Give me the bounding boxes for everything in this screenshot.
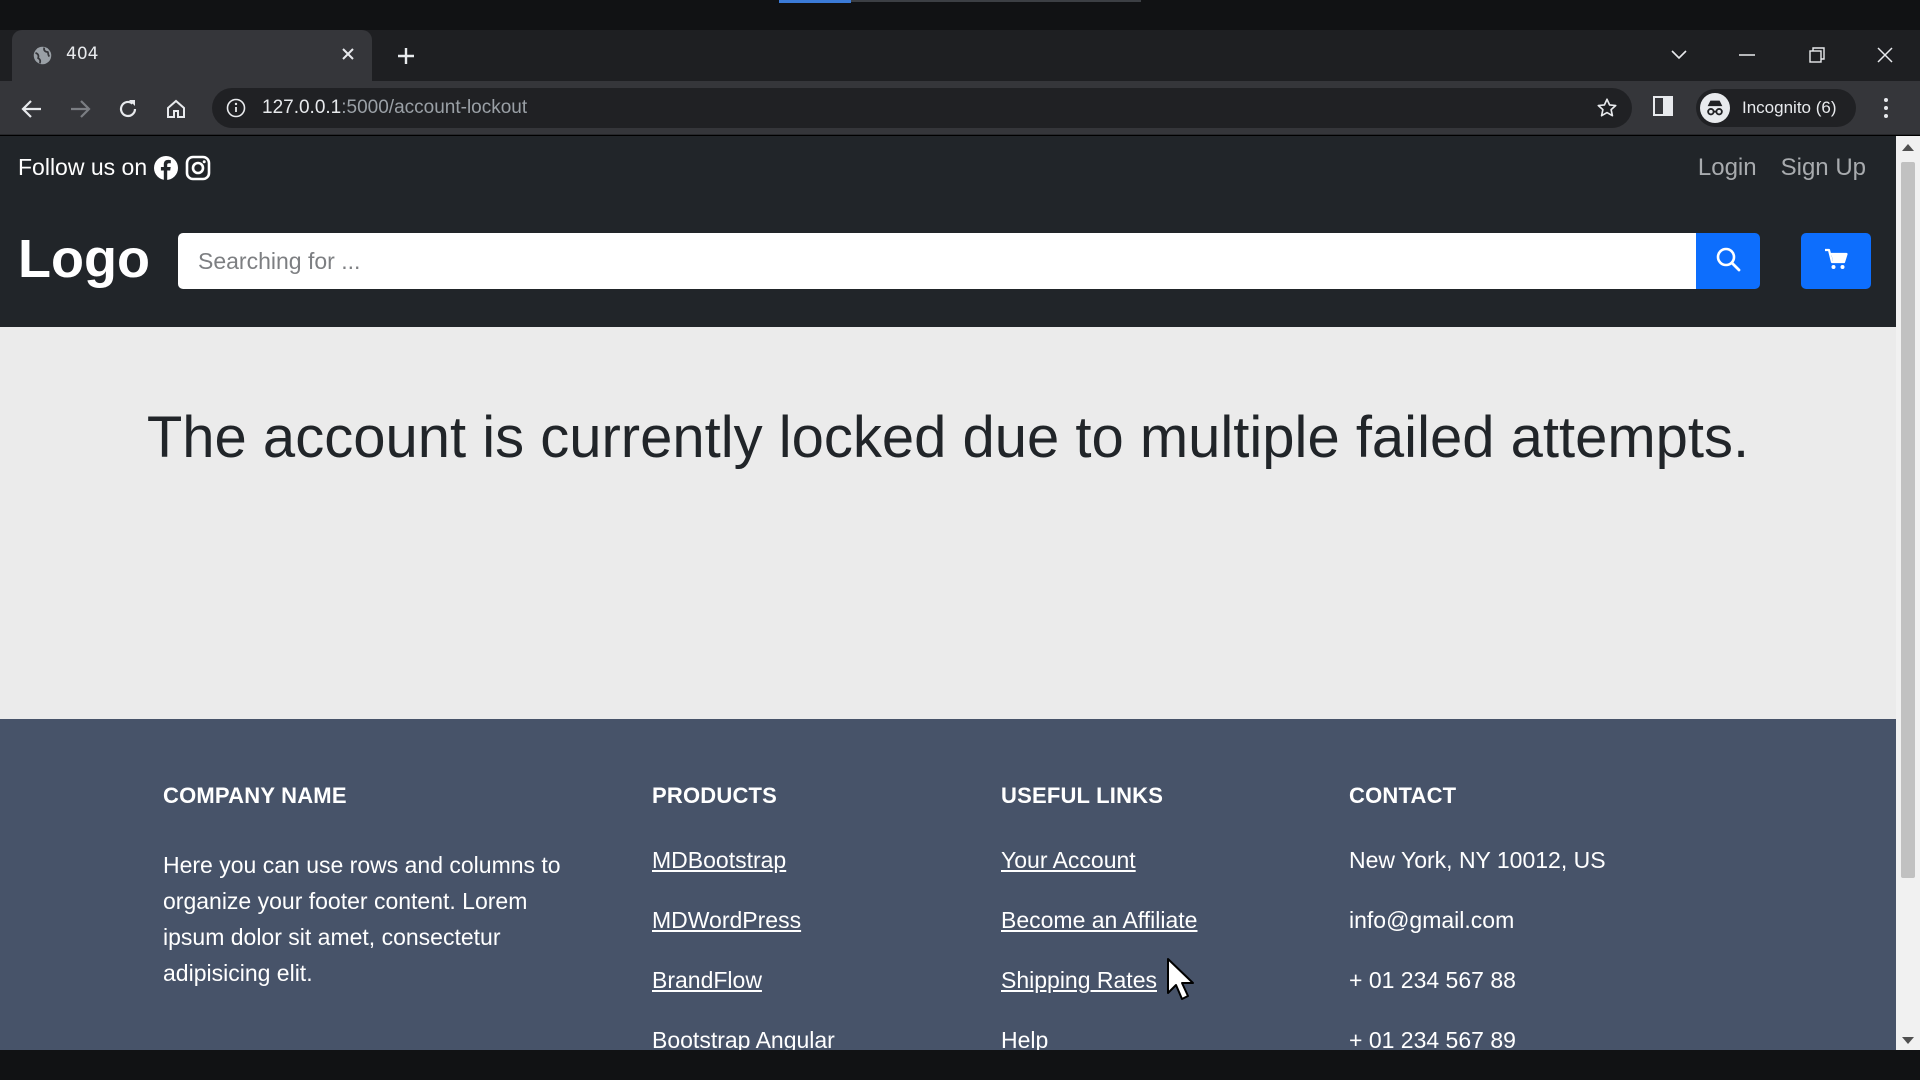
incognito-icon bbox=[1700, 93, 1730, 123]
footer-heading-useful-links: USEFUL LINKS bbox=[1001, 783, 1164, 808]
tab-bar: 404 bbox=[0, 30, 1920, 81]
mouse-cursor-icon bbox=[1166, 957, 1196, 1003]
screen-top-strip bbox=[0, 0, 1920, 30]
contact-phone: + 01 234 567 88 bbox=[1349, 967, 1516, 993]
bookmark-star-icon[interactable] bbox=[1596, 97, 1618, 119]
scroll-down-arrow-icon[interactable] bbox=[1902, 1037, 1914, 1044]
page-scrollbar[interactable] bbox=[1896, 136, 1920, 1050]
scroll-up-arrow-icon[interactable] bbox=[1902, 144, 1914, 151]
cart-button[interactable] bbox=[1801, 233, 1871, 289]
footer-heading-company: COMPANY NAME bbox=[163, 783, 347, 808]
url-path: :5000/account-lockout bbox=[341, 97, 528, 118]
address-bar[interactable]: 127.0.0.1:5000/account-lockout bbox=[212, 88, 1632, 128]
site-logo[interactable]: Logo bbox=[18, 228, 150, 290]
search-input[interactable] bbox=[178, 233, 1696, 289]
footer-link-shipping-rates[interactable]: Shipping Rates bbox=[1001, 967, 1157, 993]
search-button[interactable] bbox=[1696, 233, 1760, 289]
lockout-message: The account is currently locked due to m… bbox=[146, 405, 1750, 470]
footer-link-affiliate[interactable]: Become an Affiliate bbox=[1001, 907, 1197, 933]
side-panel-icon[interactable] bbox=[1652, 95, 1678, 121]
url-host: 127.0.0.1 bbox=[262, 97, 342, 118]
login-link[interactable]: Login bbox=[1698, 154, 1757, 182]
loading-indicator bbox=[779, 0, 851, 3]
footer-useful-links-column: USEFUL LINKS Your Account Become an Affi… bbox=[1001, 783, 1197, 1050]
footer-link-help[interactable]: Help bbox=[1001, 1027, 1048, 1050]
site-info-icon[interactable] bbox=[226, 98, 246, 118]
profile-label: Incognito (6) bbox=[1742, 98, 1837, 117]
restore-icon[interactable] bbox=[1800, 40, 1834, 70]
footer-products-column: PRODUCTS MDBootstrap MDWordPress BrandFl… bbox=[652, 783, 835, 1050]
page-viewport: Follow us on Login Sign Up Logo The acco… bbox=[0, 136, 1896, 1050]
minimize-icon[interactable] bbox=[1730, 40, 1764, 70]
tab-search-icon[interactable] bbox=[1662, 40, 1696, 70]
footer-link-brandflow[interactable]: BrandFlow bbox=[652, 967, 762, 993]
new-tab-icon[interactable] bbox=[392, 42, 420, 70]
reload-icon[interactable] bbox=[111, 92, 145, 126]
home-icon[interactable] bbox=[159, 92, 193, 126]
footer-link-your-account[interactable]: Your Account bbox=[1001, 847, 1136, 873]
url-text: 127.0.0.1:5000/account-lockout bbox=[262, 97, 527, 119]
auth-nav: Login Sign Up bbox=[1698, 154, 1866, 182]
contact-phone-2: + 01 234 567 89 bbox=[1349, 1027, 1516, 1050]
contact-address: New York, NY 10012, US bbox=[1349, 847, 1606, 873]
footer-link-mdbootstrap[interactable]: MDBootstrap bbox=[652, 847, 786, 873]
footer-link-bootstrap-angular[interactable]: Bootstrap Angular bbox=[652, 1027, 835, 1050]
site-footer: COMPANY NAME Here you can use rows and c… bbox=[0, 719, 1896, 1050]
follow-us: Follow us on bbox=[18, 154, 211, 181]
site-header: Follow us on Login Sign Up Logo bbox=[0, 136, 1896, 327]
scrollbar-thumb[interactable] bbox=[1901, 162, 1915, 878]
back-arrow-icon[interactable] bbox=[15, 92, 49, 126]
facebook-icon[interactable] bbox=[153, 155, 179, 181]
close-window-icon[interactable] bbox=[1868, 40, 1902, 70]
close-tab-icon[interactable] bbox=[336, 42, 360, 66]
footer-heading-products: PRODUCTS bbox=[652, 783, 778, 808]
search-icon bbox=[1715, 246, 1741, 276]
tab-title: 404 bbox=[66, 44, 99, 64]
browser-tab[interactable]: 404 bbox=[12, 30, 372, 81]
screen-bottom-strip bbox=[0, 1050, 1920, 1080]
follow-label: Follow us on bbox=[18, 154, 148, 180]
globe-icon bbox=[32, 45, 53, 66]
loading-track bbox=[851, 0, 1141, 2]
signup-link[interactable]: Sign Up bbox=[1781, 154, 1866, 182]
cart-icon bbox=[1823, 246, 1849, 276]
footer-heading-contact: CONTACT bbox=[1349, 783, 1457, 808]
incognito-profile-button[interactable]: Incognito (6) bbox=[1696, 89, 1856, 127]
footer-link-mdwordpress[interactable]: MDWordPress bbox=[652, 907, 801, 933]
footer-company-text: Here you can use rows and columns to org… bbox=[163, 852, 561, 986]
contact-email: info@gmail.com bbox=[1349, 907, 1515, 933]
instagram-icon[interactable] bbox=[185, 155, 211, 181]
footer-company-column: COMPANY NAME Here you can use rows and c… bbox=[163, 783, 583, 991]
footer-contact-column: CONTACT New York, NY 10012, US info@gmai… bbox=[1349, 783, 1606, 1050]
browser-menu-icon[interactable] bbox=[1876, 95, 1896, 121]
browser-toolbar: 127.0.0.1:5000/account-lockout Incognito… bbox=[0, 81, 1920, 135]
forward-arrow-icon[interactable] bbox=[63, 92, 97, 126]
